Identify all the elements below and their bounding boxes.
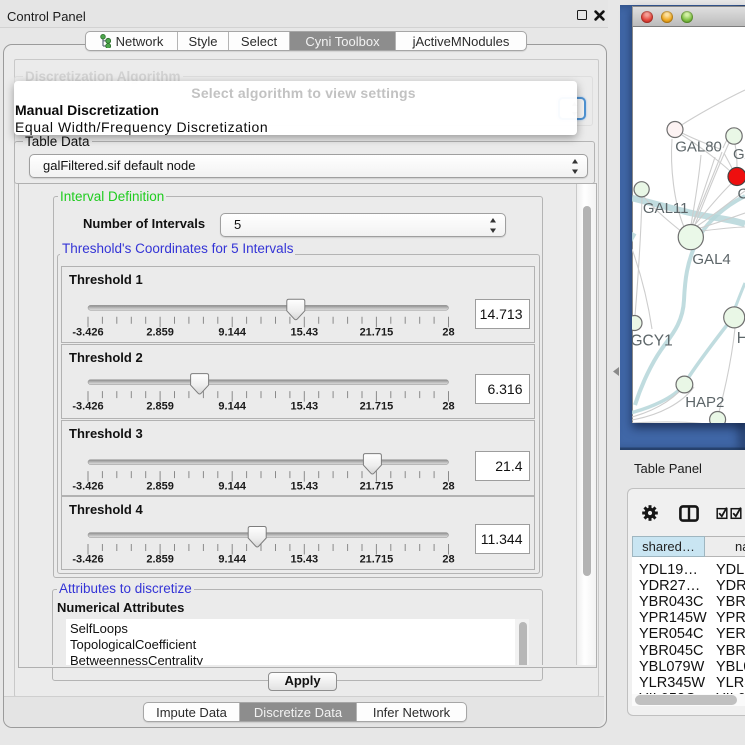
svg-text:21.715: 21.715 (360, 480, 394, 492)
svg-text:GAL4: GAL4 (692, 251, 730, 268)
svg-text:15.43: 15.43 (291, 326, 319, 338)
svg-text:2.859: 2.859 (146, 480, 174, 492)
svg-text:GAL11: GAL11 (643, 200, 689, 217)
svg-text:28: 28 (442, 400, 454, 412)
svg-text:9.144: 9.144 (218, 480, 246, 492)
svg-text:28: 28 (442, 326, 454, 338)
svg-text:15.43: 15.43 (291, 553, 319, 565)
svg-text:21.715: 21.715 (360, 553, 394, 565)
svg-text:2.859: 2.859 (146, 553, 174, 565)
svg-text:21.715: 21.715 (360, 400, 394, 412)
svg-text:15.43: 15.43 (291, 400, 319, 412)
svg-text:15.43: 15.43 (291, 480, 319, 492)
svg-text:-3.426: -3.426 (72, 326, 103, 338)
svg-text:9.144: 9.144 (218, 553, 246, 565)
svg-text:GA: GA (733, 146, 745, 163)
svg-text:9.144: 9.144 (218, 400, 246, 412)
svg-text:C: C (738, 186, 745, 203)
svg-text:28: 28 (442, 480, 454, 492)
svg-text:-3.426: -3.426 (72, 400, 103, 412)
svg-text:-3.426: -3.426 (72, 480, 103, 492)
svg-text:2.859: 2.859 (146, 400, 174, 412)
svg-text:-3.426: -3.426 (72, 553, 103, 565)
svg-text:9.144: 9.144 (218, 326, 246, 338)
svg-text:28: 28 (442, 553, 454, 565)
svg-text:H: H (737, 330, 745, 347)
svg-text:2.859: 2.859 (146, 326, 174, 338)
svg-text:HAP2: HAP2 (685, 394, 724, 411)
svg-text:GCY1: GCY1 (632, 333, 673, 350)
svg-text:GAL80: GAL80 (675, 138, 722, 155)
svg-text:21.715: 21.715 (360, 326, 394, 338)
